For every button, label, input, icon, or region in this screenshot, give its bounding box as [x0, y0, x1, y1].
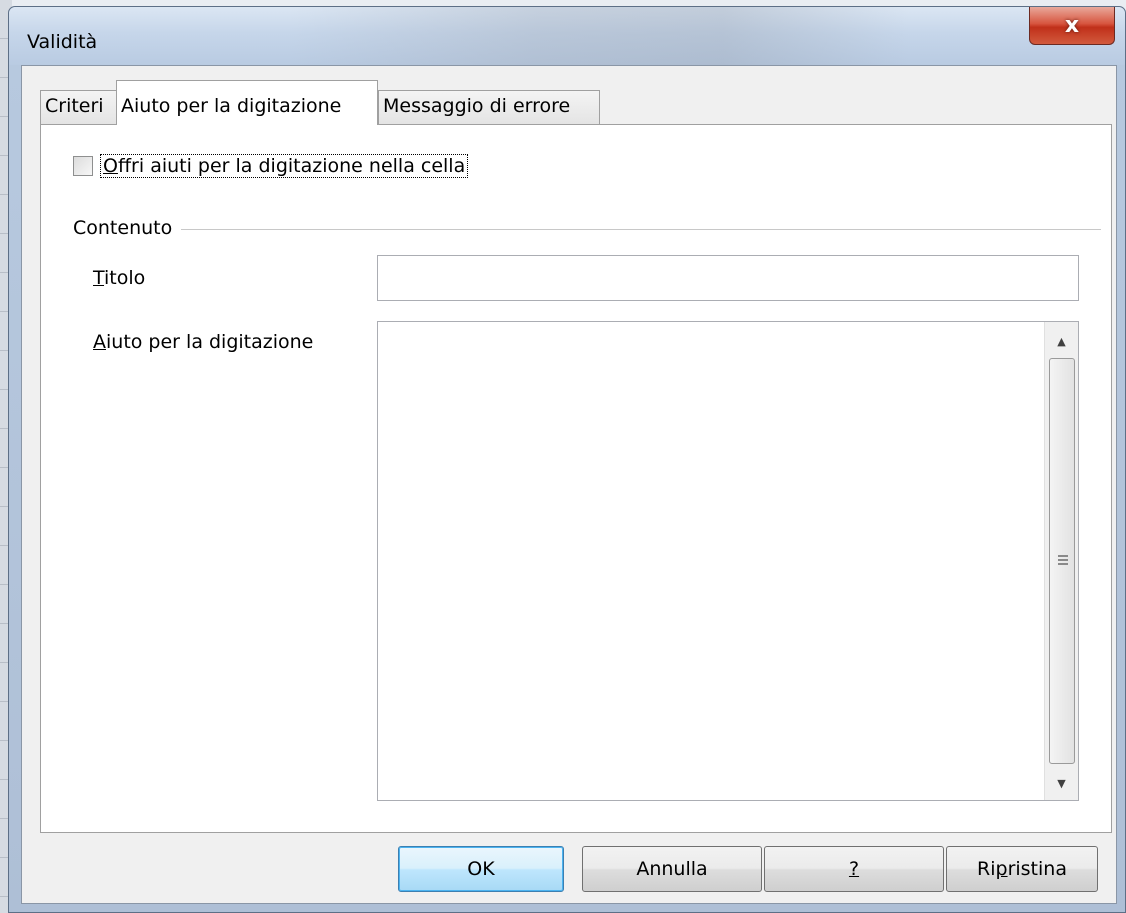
title-field-mnemonic: T: [93, 267, 105, 289]
tab-error-message[interactable]: Messaggio di errore: [378, 90, 600, 124]
content-group-title: Contenuto: [73, 217, 181, 239]
tab-criteri-label: Criteri: [45, 95, 104, 117]
title-bar[interactable]: Validità x: [9, 7, 1125, 65]
scroll-down-button[interactable]: ▼: [1045, 766, 1078, 800]
help-button[interactable]: ?: [764, 846, 944, 892]
tab-panel-input-help: Offri aiuti per la digitazione nella cel…: [40, 124, 1112, 833]
close-icon: x: [1064, 13, 1080, 38]
title-field-label-text: itolo: [104, 267, 146, 289]
input-help-textarea[interactable]: ▲ ▼: [377, 321, 1079, 801]
content-group-divider: [181, 229, 1101, 230]
show-input-help-row[interactable]: Offri aiuti per la digitazione nella cel…: [73, 154, 469, 178]
ok-button[interactable]: OK: [398, 846, 564, 892]
help-button-label: ?: [848, 858, 860, 880]
reset-label-end: ristina: [1007, 858, 1067, 880]
show-input-help-checkbox[interactable]: [73, 156, 93, 176]
input-help-scrollbar[interactable]: ▲ ▼: [1044, 322, 1078, 800]
tab-error-message-label: Messaggio di errore: [383, 95, 571, 117]
input-help-field-mnemonic: A: [93, 331, 106, 353]
up-arrow-icon: ▲: [1057, 334, 1066, 348]
cancel-button-label: Annulla: [636, 858, 708, 880]
scroll-up-button[interactable]: ▲: [1045, 324, 1078, 358]
dialog-title: Validità: [27, 31, 98, 53]
input-help-field-label: Aiuto per la digitazione: [93, 331, 313, 353]
tab-criteri[interactable]: Criteri: [40, 90, 118, 124]
show-input-help-label[interactable]: Offri aiuti per la digitazione nella cel…: [99, 154, 469, 178]
dialog-client-area: Criteri Aiuto per la digitazione Messagg…: [21, 65, 1117, 904]
validity-dialog: Validità x Criteri Aiuto per la digitazi…: [8, 6, 1126, 913]
reset-label-start: Ri: [977, 858, 996, 880]
input-help-field-label-text: iuto per la digitazione: [106, 331, 314, 353]
reset-button[interactable]: Ripristina: [946, 846, 1098, 892]
tab-input-help-label: Aiuto per la digitazione: [121, 95, 342, 117]
show-input-help-mnemonic: O: [103, 155, 118, 177]
down-arrow-icon: ▼: [1057, 776, 1066, 790]
cancel-button[interactable]: Annulla: [582, 846, 762, 892]
tab-input-help[interactable]: Aiuto per la digitazione: [116, 80, 378, 125]
reset-button-label: Ripristina: [977, 858, 1067, 880]
grip-icon: [1058, 555, 1068, 565]
title-field-label: Titolo: [93, 267, 145, 289]
title-input[interactable]: [377, 255, 1079, 301]
reset-label-mnemonic: p: [995, 858, 1008, 880]
close-button[interactable]: x: [1029, 7, 1115, 45]
title-bar-glass: [289, 7, 909, 65]
show-input-help-text: ffri aiuti per la digitazione nella cell…: [117, 155, 466, 177]
ok-button-label: OK: [467, 858, 495, 880]
scroll-thumb[interactable]: [1049, 358, 1075, 764]
